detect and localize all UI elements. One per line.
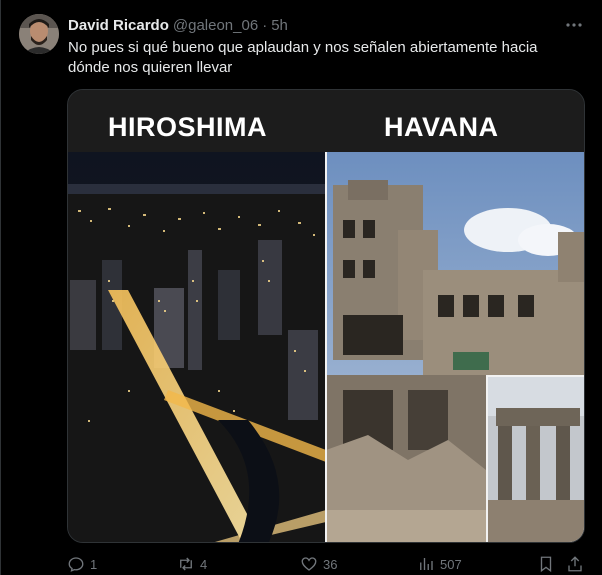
views-icon — [420, 558, 433, 570]
share-icon — [568, 556, 582, 572]
views-button[interactable]: 507 — [417, 555, 462, 573]
bookmark-icon — [540, 556, 552, 573]
reply-icon — [68, 557, 84, 572]
more-dots-icon[interactable] — [563, 14, 585, 36]
share-button[interactable] — [566, 555, 584, 573]
image-label-left: HIROSHIMA — [108, 112, 267, 142]
separator-dot: · — [262, 16, 268, 34]
author-handle[interactable]: @galeon_06 — [173, 17, 258, 34]
retweet-count: 4 — [200, 556, 208, 572]
like-button[interactable]: 36 — [300, 555, 337, 573]
bookmark-button[interactable] — [537, 555, 555, 573]
comparison-image — [68, 90, 584, 542]
tweet-header: David Ricardo @galeon_06 · 5h — [68, 15, 288, 35]
image-label-right: HAVANA — [384, 112, 499, 142]
avatar[interactable] — [19, 14, 59, 54]
reply-button[interactable]: 1 — [67, 555, 97, 573]
heart-icon — [301, 557, 317, 571]
views-count: 507 — [440, 556, 462, 572]
tweet-actions: 1 4 36 507 — [67, 555, 587, 575]
tweet-media[interactable]: HIROSHIMA HAVANA — [67, 89, 585, 543]
reply-count: 1 — [90, 556, 98, 572]
tweet[interactable]: David Ricardo @galeon_06 · 5h No pues si… — [0, 0, 602, 575]
tweet-text: No pues si qué bueno que aplaudan y nos … — [68, 39, 538, 76]
author-name[interactable]: David Ricardo — [68, 17, 169, 34]
retweet-button[interactable]: 4 — [177, 555, 207, 573]
tweet-time[interactable]: 5h — [271, 17, 288, 34]
retweet-icon — [180, 557, 192, 571]
like-count: 36 — [323, 556, 338, 572]
